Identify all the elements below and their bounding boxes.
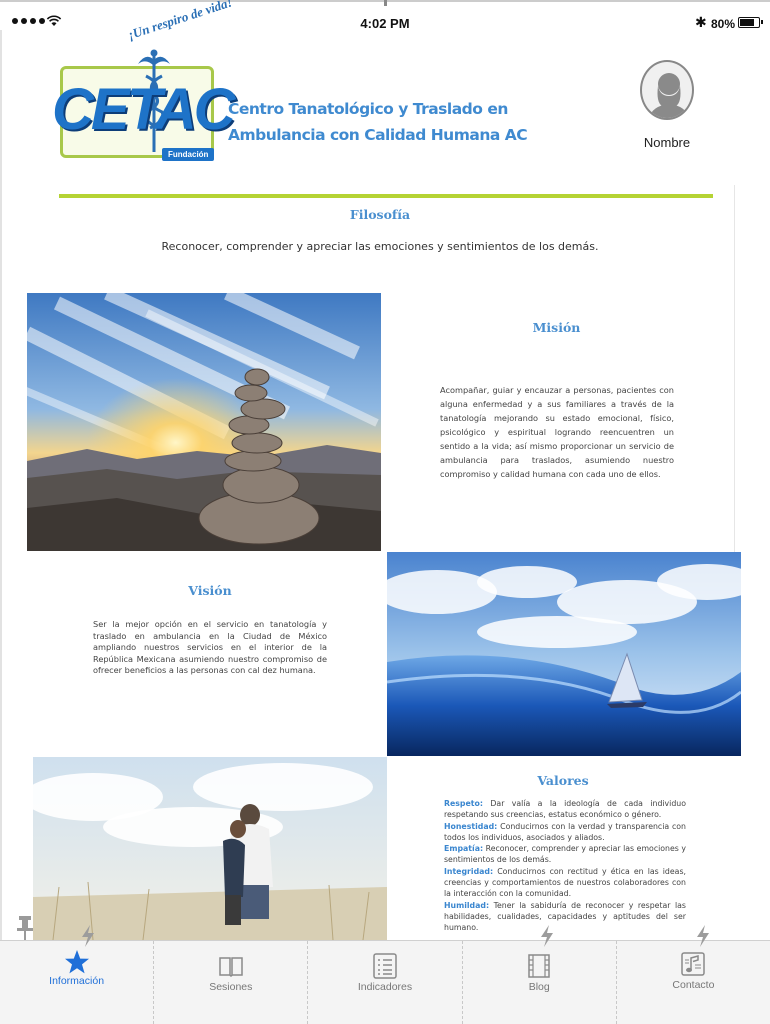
filosofia-text: Reconocer, comprender y apreciar las emo… — [161, 240, 599, 253]
user-avatar[interactable] — [640, 60, 694, 120]
header-divider — [59, 194, 713, 198]
bolt-icon — [540, 925, 553, 947]
valor-integridad-key: Integridad: — [444, 866, 494, 876]
tab-indicadores[interactable]: Indicadores — [308, 941, 463, 1024]
book-icon — [219, 957, 243, 977]
mision-text: Acompañar, guiar y encauzar a personas, … — [440, 385, 674, 479]
cetac-logo: ¡Un respiro de vida! CETAC Fundación — [50, 0, 235, 168]
tab-blog[interactable]: Blog — [463, 925, 617, 1024]
valores-photo — [33, 757, 387, 940]
film-icon — [528, 954, 550, 978]
tab-contacto[interactable]: Contacto — [617, 925, 770, 1024]
music-note-icon — [681, 952, 706, 976]
valor-empatia-key: Empatía: — [444, 844, 484, 854]
logo-brand: CETAC — [52, 77, 235, 142]
valor-humildad-key: Humildad: — [444, 900, 490, 910]
star-icon — [64, 950, 89, 974]
mision-photo — [27, 293, 381, 551]
tab-informacion-label: Información — [49, 975, 105, 987]
valores-title: Valores — [537, 773, 589, 788]
tab-contacto-label: Contacto — [672, 979, 715, 991]
valor-respeto-key: Respeto: — [444, 799, 484, 808]
bolt-icon — [696, 925, 709, 947]
tab-informacion[interactable]: Información — [0, 925, 155, 1024]
valor-honestidad-key: Honestidad: — [444, 821, 498, 831]
filosofia-title: Filosofía — [349, 207, 411, 222]
content-right-border — [734, 185, 735, 555]
left-edge-line — [0, 30, 2, 940]
vision-title: Visión — [188, 583, 232, 598]
vision-text: Ser la mejor opción en el servicio en ta… — [93, 619, 327, 675]
pin-icon[interactable] — [16, 914, 34, 940]
tab-blog-label: Blog — [528, 981, 550, 993]
tab-sesiones[interactable]: Sesiones — [154, 941, 309, 1024]
battery-icon — [738, 17, 763, 28]
person-icon — [648, 73, 690, 118]
battery-percent: 80% — [711, 17, 736, 31]
logo-badge: Fundación — [162, 148, 215, 161]
user-name[interactable]: Nombre — [620, 135, 714, 150]
bolt-icon — [82, 925, 94, 947]
list-icon — [373, 953, 397, 979]
mision-title: Misión — [532, 320, 581, 335]
bluetooth-icon: ✱ — [695, 14, 707, 30]
tab-indicadores-label: Indicadores — [357, 981, 413, 993]
valores-list: Respeto: Dar valía a la ideología de cad… — [444, 798, 686, 934]
tab-bar: Información Sesiones Indicadores Blog Co — [0, 925, 770, 1024]
tab-sesiones-label: Sesiones — [209, 981, 253, 993]
org-name: Centro Tanatológico y Traslado en Ambula… — [228, 100, 528, 144]
vision-photo — [387, 552, 741, 756]
